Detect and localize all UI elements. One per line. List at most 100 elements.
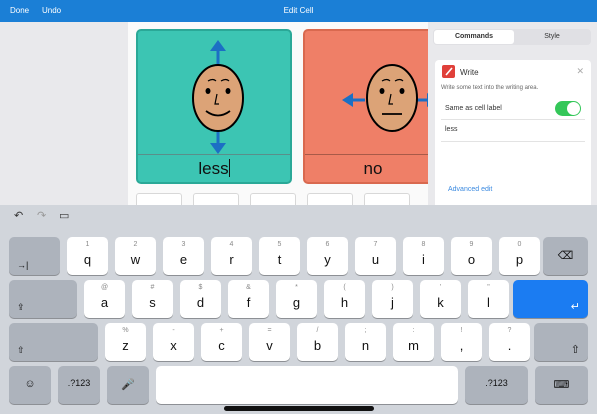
cell-preview[interactable]	[250, 193, 296, 205]
key-k[interactable]: ' k	[420, 280, 461, 318]
key-label: e	[179, 252, 188, 267]
key-alt-label: )	[391, 284, 394, 291]
key-label: q	[83, 252, 92, 267]
key-alt-label: /	[316, 327, 319, 334]
write-text-field[interactable]: less	[445, 126, 457, 133]
same-as-label-toggle[interactable]	[555, 101, 581, 116]
key-l[interactable]: " l	[468, 280, 509, 318]
cell-preview[interactable]	[193, 193, 239, 205]
cell-label[interactable]: no	[305, 154, 428, 182]
return-key[interactable]: ↵	[513, 280, 588, 318]
key-i[interactable]: 8i	[403, 237, 444, 275]
key-q[interactable]: 1q	[67, 237, 108, 275]
less-symbol-icon	[192, 40, 244, 154]
paste-icon[interactable]: ▭	[59, 209, 69, 222]
emoji-key[interactable]: ☺	[9, 366, 51, 404]
key-alt-label: #	[150, 284, 155, 291]
key-u[interactable]: 7u	[355, 237, 396, 275]
redo-icon[interactable]: ↷	[37, 209, 46, 222]
dictation-key[interactable]: 🎤	[107, 366, 149, 404]
caps-lock-key[interactable]: ⇪	[9, 280, 77, 318]
key-s[interactable]: # s	[132, 280, 173, 318]
key-alt-label: 1	[85, 241, 90, 248]
cell-label[interactable]: less	[138, 154, 290, 182]
key-a[interactable]: @ a	[84, 280, 125, 318]
key-label: ,	[459, 338, 464, 353]
tab-style[interactable]: Style	[514, 30, 590, 44]
key-alt-label: =	[267, 327, 272, 334]
editor-area: less no Commands Style Write ✕ Write som…	[0, 22, 597, 205]
key-z[interactable]: % z	[105, 323, 146, 361]
tab-commands[interactable]: Commands	[434, 30, 514, 44]
key-alt-label: '	[439, 284, 442, 291]
cell-preview[interactable]	[364, 193, 410, 205]
cell-less[interactable]: less	[136, 29, 292, 184]
key-j[interactable]: ) j	[372, 280, 413, 318]
key-label: g	[292, 295, 301, 310]
key-alt-label: @	[100, 284, 109, 291]
keyboard: ↶ ↷ ▭ →| 1q2w3e4r5t6y7u8i9o0p ⌫ ⇪ @ a # s $ d…	[0, 205, 597, 414]
key-m[interactable]: :m	[393, 323, 434, 361]
key-label: u	[371, 252, 380, 267]
key-r[interactable]: 4r	[211, 237, 252, 275]
shift-key-left[interactable]: ⇧	[9, 323, 98, 361]
key-alt-label: 5	[277, 241, 282, 248]
key-comma[interactable]: !,	[441, 323, 482, 361]
key-y[interactable]: 6y	[307, 237, 348, 275]
key-p[interactable]: 0p	[499, 237, 540, 275]
advanced-edit-link[interactable]: Advanced edit	[448, 186, 492, 193]
cell-preview[interactable]	[136, 193, 182, 205]
key-period[interactable]: ?.	[489, 323, 530, 361]
key-label: o	[467, 252, 476, 267]
key-label: a	[100, 295, 109, 310]
tab-key[interactable]: →|	[9, 237, 60, 275]
key-alt-label: :	[412, 327, 415, 334]
key-t[interactable]: 5t	[259, 237, 300, 275]
key-label: n	[361, 338, 370, 353]
no-symbol-icon	[342, 64, 428, 132]
key-b[interactable]: / b	[297, 323, 338, 361]
toggle-label: Same as cell label	[445, 105, 502, 112]
key-label: h	[340, 295, 349, 310]
key-e[interactable]: 3e	[163, 237, 204, 275]
undo-icon[interactable]: ↶	[14, 209, 23, 222]
key-f[interactable]: & f	[228, 280, 269, 318]
cell-no[interactable]: no	[303, 29, 428, 184]
key-label: d	[196, 295, 205, 310]
left-panel	[0, 22, 128, 205]
key-label: y	[324, 252, 331, 267]
key-label: v	[266, 338, 273, 353]
key-alt-label: $	[198, 284, 203, 291]
toggle-knob	[567, 102, 580, 115]
key-w[interactable]: 2w	[115, 237, 156, 275]
numbers-key-right[interactable]: .?123	[465, 366, 528, 404]
key-v[interactable]: = v	[249, 323, 290, 361]
close-icon[interactable]: ✕	[576, 66, 584, 77]
key-label: f	[246, 295, 251, 310]
delete-key[interactable]: ⌫	[543, 237, 588, 275]
key-label: .	[507, 338, 512, 353]
key-alt-label: 2	[133, 241, 138, 248]
hide-keyboard-key[interactable]: ⌨	[535, 366, 588, 404]
key-label: z	[122, 338, 129, 353]
shift-key-right[interactable]: ⇧	[534, 323, 588, 361]
key-alt-label: 8	[421, 241, 426, 248]
key-n[interactable]: ; n	[345, 323, 386, 361]
numbers-key-left[interactable]: .?123	[58, 366, 100, 404]
key-d[interactable]: $ d	[180, 280, 221, 318]
command-description: Write some text into the writing area.	[441, 85, 539, 91]
key-label: w	[130, 252, 141, 267]
key-h[interactable]: (h	[324, 280, 365, 318]
key-x[interactable]: -x	[153, 323, 194, 361]
key-alt-label: -	[172, 327, 175, 334]
key-alt-label: ;	[364, 327, 367, 334]
key-g[interactable]: * g	[276, 280, 317, 318]
command-card: Write ✕ Write some text into the writing…	[435, 60, 591, 205]
key-alt-label: 3	[181, 241, 186, 248]
key-alt-label: 9	[469, 241, 474, 248]
space-bar[interactable]	[156, 366, 458, 404]
key-o[interactable]: 9o	[451, 237, 492, 275]
cell-preview[interactable]	[307, 193, 353, 205]
key-alt-label: ?	[507, 327, 512, 334]
key-c[interactable]: + c	[201, 323, 242, 361]
